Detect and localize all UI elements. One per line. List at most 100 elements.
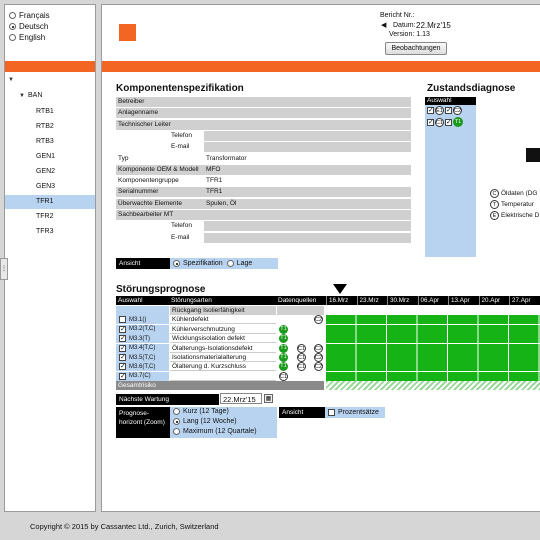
date-label: Datum: bbox=[393, 22, 416, 29]
tree-item-gen1[interactable]: GEN1 bbox=[5, 150, 95, 164]
source-badge: C1 bbox=[435, 117, 444, 127]
language-option-english[interactable]: English bbox=[9, 33, 45, 42]
forecast-timeline-bar bbox=[326, 362, 540, 372]
current-date-marker-icon[interactable] bbox=[333, 284, 347, 294]
spec-row: Komponente OEM & Modell MFO bbox=[116, 164, 411, 175]
navigation-panel: Français Deutsch English ▼ ▼ BAN RTB1 RT… bbox=[4, 4, 96, 512]
tree-item-gen2[interactable]: GEN2 bbox=[5, 165, 95, 179]
company-logo bbox=[119, 24, 136, 41]
fault-code: M3.3(T) bbox=[129, 335, 150, 342]
total-risk-label: Gesamtrisiko bbox=[118, 382, 156, 389]
tree-item-tfr2[interactable]: TFR2 bbox=[5, 210, 95, 224]
forecast-row: Rückgang Isolierfähigkeit bbox=[116, 306, 540, 315]
checkbox-icon[interactable] bbox=[328, 409, 335, 416]
radio-icon[interactable] bbox=[226, 260, 234, 267]
tree-item-rtb3[interactable]: RTB3 bbox=[5, 135, 95, 149]
col-sources: Datenquellen bbox=[278, 297, 317, 304]
spec-row: E-mail bbox=[116, 232, 411, 243]
view-option-location[interactable]: Lage bbox=[237, 260, 253, 267]
source-badge: C1 bbox=[297, 362, 306, 372]
horizon-option-short[interactable]: Kurz (12 Tage) bbox=[173, 408, 229, 415]
source-cell: T1 bbox=[277, 334, 324, 344]
tree-item-rtb1[interactable]: RTB1 bbox=[5, 105, 95, 119]
version-text: Version: 1.13 bbox=[389, 31, 430, 38]
spec-row-label: E-mail bbox=[171, 233, 190, 241]
checkbox-checked-icon[interactable]: ✓ bbox=[119, 354, 126, 361]
orange-header-bar bbox=[5, 61, 95, 72]
source-cell: T1 C1 C2 bbox=[277, 343, 324, 353]
spec-row: Komponentengruppe TFR1 bbox=[116, 176, 411, 186]
forecast-row: ✓ M3.4(T,C) Ölalterungs-Isolationsdefekt T1… bbox=[116, 343, 540, 353]
tree-expand-icon[interactable]: ▼ bbox=[19, 93, 25, 99]
legend-badge: T bbox=[490, 200, 499, 209]
checkbox-checked-icon[interactable]: ✓ bbox=[119, 344, 126, 352]
spec-row-label: Typ bbox=[118, 154, 129, 162]
spec-row: Technischer Leiter bbox=[116, 119, 411, 130]
radio-icon[interactable] bbox=[173, 428, 180, 435]
spec-row-label: Telefon bbox=[171, 222, 192, 230]
select-cell: ✓ M3.6(T,C) bbox=[116, 362, 169, 372]
radio-selected-icon[interactable] bbox=[173, 260, 180, 267]
checkbox-checked-icon[interactable]: ✓ bbox=[119, 335, 126, 343]
checkbox-checked-icon[interactable]: ✓ bbox=[445, 107, 452, 114]
source-badge: T1 bbox=[453, 117, 463, 127]
source-badge: T1 bbox=[279, 353, 288, 362]
spec-row-value: TFR1 bbox=[206, 177, 223, 185]
date-prev-icon[interactable]: ◀ bbox=[381, 21, 386, 29]
checkbox-checked-icon[interactable]: ✓ bbox=[427, 107, 434, 114]
spec-row-value: TFR1 bbox=[206, 188, 223, 196]
tree-item-gen3[interactable]: GEN3 bbox=[5, 180, 95, 194]
forecast-timeline-bar bbox=[326, 334, 540, 344]
language-label: Deutsch bbox=[19, 22, 49, 31]
percent-toggle[interactable]: Prozentsätze bbox=[325, 407, 385, 418]
checkbox-checked-icon[interactable]: ✓ bbox=[119, 363, 126, 371]
spec-row: Telefon bbox=[116, 221, 411, 232]
view-option-spec[interactable]: Spezifikation bbox=[183, 260, 223, 267]
forecast-row: M3.1() Kühlerdefekt C2 bbox=[116, 315, 540, 325]
checkbox-checked-icon[interactable]: ✓ bbox=[119, 372, 126, 380]
diagnosis-row: ✓ E1 ✓ C2 bbox=[427, 106, 462, 115]
checkbox-checked-icon[interactable]: ✓ bbox=[445, 118, 452, 126]
fault-code: M3.2(T,C) bbox=[129, 326, 156, 333]
source-badge: C2 bbox=[314, 343, 323, 353]
language-option-deutsch[interactable]: Deutsch bbox=[9, 22, 48, 31]
source-cell: T1 bbox=[277, 324, 324, 334]
observations-button[interactable]: Beobachtungen bbox=[385, 42, 447, 55]
legend-item: C Öldaten (DG bbox=[490, 189, 538, 198]
report-date: 22.Mrz'15 bbox=[416, 21, 451, 30]
checkbox-checked-icon[interactable]: ✓ bbox=[119, 325, 126, 333]
source-badge: C2 bbox=[314, 315, 323, 325]
report-number-label: Bericht Nr.: bbox=[380, 12, 415, 19]
fault-code: M3.6(T,C) bbox=[129, 363, 156, 370]
fault-name: Isolationsmaterialalterung bbox=[170, 353, 276, 362]
radio-icon[interactable] bbox=[9, 12, 16, 19]
radio-selected-icon[interactable] bbox=[9, 23, 16, 30]
tree-item-label: GEN3 bbox=[36, 183, 56, 190]
radio-icon[interactable] bbox=[9, 34, 16, 41]
next-service-input[interactable]: 22.Mrz'15 bbox=[220, 393, 262, 404]
diagnosis-header: Auswahl bbox=[425, 97, 476, 105]
panel-splitter-handle[interactable]: ⋮ bbox=[0, 258, 8, 280]
spec-row-label: Serialnummer bbox=[118, 188, 159, 196]
checkbox-checked-icon[interactable]: ✓ bbox=[427, 118, 434, 126]
checkbox-icon[interactable] bbox=[119, 316, 126, 324]
horizon-option-long[interactable]: Lang (12 Woche) bbox=[173, 418, 237, 425]
source-badge: C2 bbox=[453, 106, 462, 115]
date-column-header: 13.Apr bbox=[448, 296, 478, 305]
horizon-option-max[interactable]: Maximum (12 Quartale) bbox=[173, 428, 257, 435]
tree-expand-icon[interactable]: ▼ bbox=[8, 77, 14, 83]
tree-item-rtb2[interactable]: RTB2 bbox=[5, 120, 95, 134]
radio-selected-icon[interactable] bbox=[173, 418, 180, 425]
tree-item-tfr3[interactable]: TFR3 bbox=[5, 225, 95, 239]
tree-item-tfr1[interactable]: TFR1 bbox=[5, 195, 95, 209]
tree-root-ban[interactable]: BAN bbox=[28, 92, 42, 99]
source-badge: T1 bbox=[279, 362, 288, 372]
language-option-francais[interactable]: Français bbox=[9, 11, 50, 20]
spec-row-label: Sachbearbeiter MT bbox=[118, 211, 174, 218]
calendar-icon[interactable]: ▦ bbox=[264, 394, 273, 403]
fault-name: Rückgang Isolierfähigkeit bbox=[170, 306, 276, 315]
spec-row-value: Transformator bbox=[206, 154, 247, 162]
col-types: Störungsarten bbox=[171, 297, 212, 304]
spec-row: Serialnummer TFR1 bbox=[116, 187, 411, 198]
radio-icon[interactable] bbox=[173, 408, 180, 415]
